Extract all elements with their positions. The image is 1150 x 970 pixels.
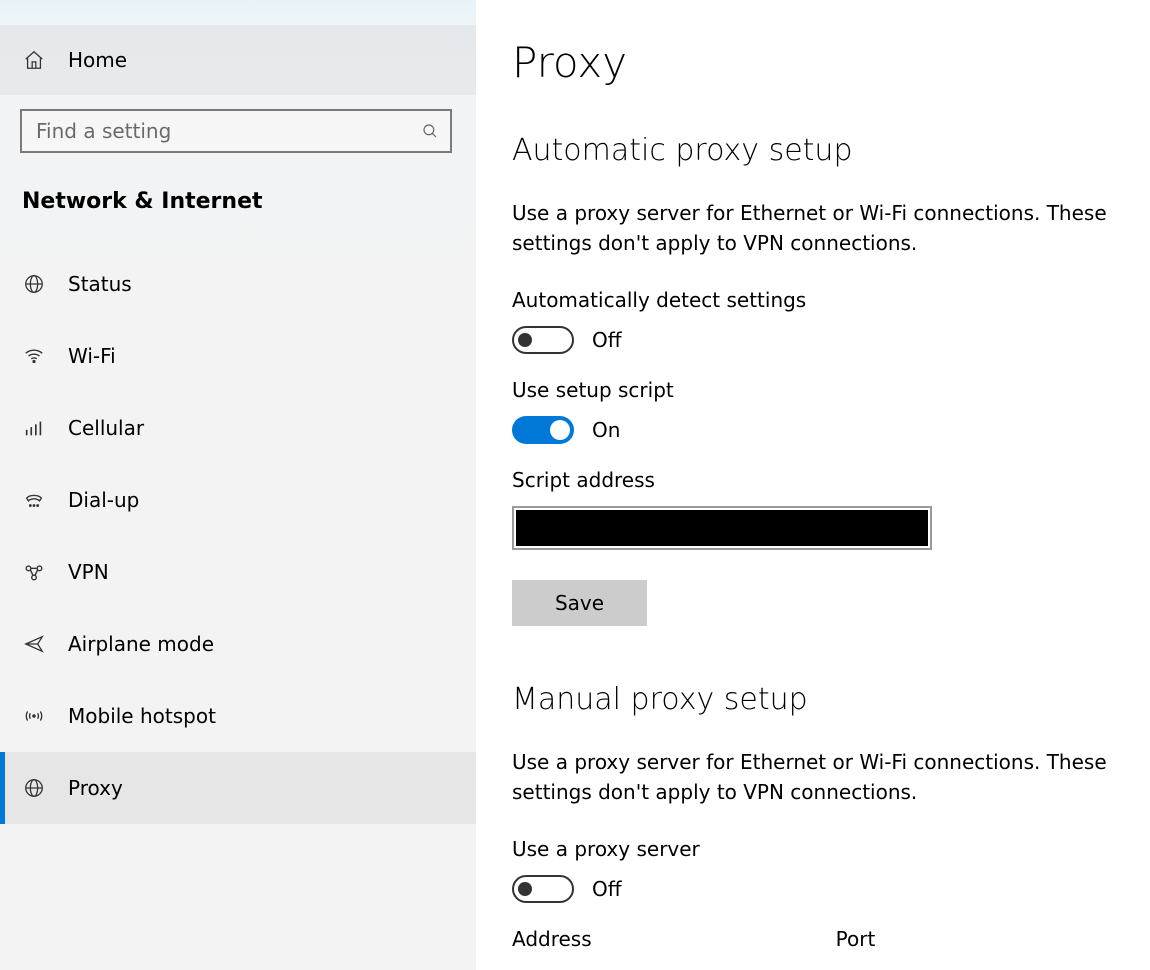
globe-icon [22, 272, 46, 296]
nav-item-label: Cellular [68, 416, 144, 440]
nav-item-label: Airplane mode [68, 632, 214, 656]
redacted-value [516, 510, 928, 546]
nav-list: Status Wi-Fi [0, 230, 476, 824]
use-script-toggle[interactable] [512, 416, 574, 444]
nav-item-home-label: Home [68, 48, 127, 72]
nav-item-status[interactable]: Status [0, 248, 476, 320]
nav-item-airplane[interactable]: Airplane mode [0, 608, 476, 680]
page-title: Proxy [512, 38, 1136, 87]
manual-proxy-heading: Manual proxy setup [512, 682, 1136, 717]
nav-item-dialup[interactable]: Dial-up [0, 464, 476, 536]
title-bar-area [0, 0, 476, 25]
home-icon [22, 48, 46, 72]
dialup-icon [22, 488, 46, 512]
search-wrap [0, 95, 476, 159]
nav-item-label: Wi-Fi [68, 344, 116, 368]
nav-item-cellular[interactable]: Cellular [0, 392, 476, 464]
nav-item-label: Proxy [68, 776, 123, 800]
globe-icon [22, 776, 46, 800]
address-label: Address [512, 927, 592, 951]
nav-item-label: VPN [68, 560, 109, 584]
port-label: Port [836, 927, 876, 951]
cellular-icon [22, 416, 46, 440]
auto-detect-toggle[interactable] [512, 326, 574, 354]
auto-detect-state: Off [592, 328, 622, 352]
auto-detect-label: Automatically detect settings [512, 288, 1136, 312]
settings-sidebar: Home Network & Internet [0, 0, 476, 970]
nav-item-wifi[interactable]: Wi-Fi [0, 320, 476, 392]
nav-item-hotspot[interactable]: Mobile hotspot [0, 680, 476, 752]
nav-item-label: Status [68, 272, 132, 296]
use-proxy-state: Off [592, 877, 622, 901]
manual-proxy-desc: Use a proxy server for Ethernet or Wi-Fi… [512, 747, 1136, 807]
auto-proxy-desc: Use a proxy server for Ethernet or Wi-Fi… [512, 198, 1136, 258]
category-heading: Network & Internet [0, 159, 476, 230]
hotspot-icon [22, 704, 46, 728]
main-content: Proxy Automatic proxy setup Use a proxy … [476, 0, 1150, 970]
vpn-icon [22, 560, 46, 584]
save-button[interactable]: Save [512, 580, 647, 626]
nav-item-label: Dial-up [68, 488, 139, 512]
script-address-input[interactable] [512, 506, 932, 550]
script-address-label: Script address [512, 468, 1136, 492]
wifi-icon [22, 344, 46, 368]
search-icon [410, 122, 450, 140]
airplane-icon [22, 632, 46, 656]
nav-item-vpn[interactable]: VPN [0, 536, 476, 608]
use-proxy-toggle[interactable] [512, 875, 574, 903]
nav-item-home[interactable]: Home [0, 25, 476, 95]
auto-proxy-heading: Automatic proxy setup [512, 133, 1136, 168]
use-proxy-label: Use a proxy server [512, 837, 1136, 861]
use-script-label: Use setup script [512, 378, 1136, 402]
use-script-state: On [592, 418, 620, 442]
nav-item-proxy[interactable]: Proxy [0, 752, 476, 824]
search-input[interactable] [22, 119, 410, 143]
search-box[interactable] [20, 109, 452, 153]
nav-item-label: Mobile hotspot [68, 704, 216, 728]
